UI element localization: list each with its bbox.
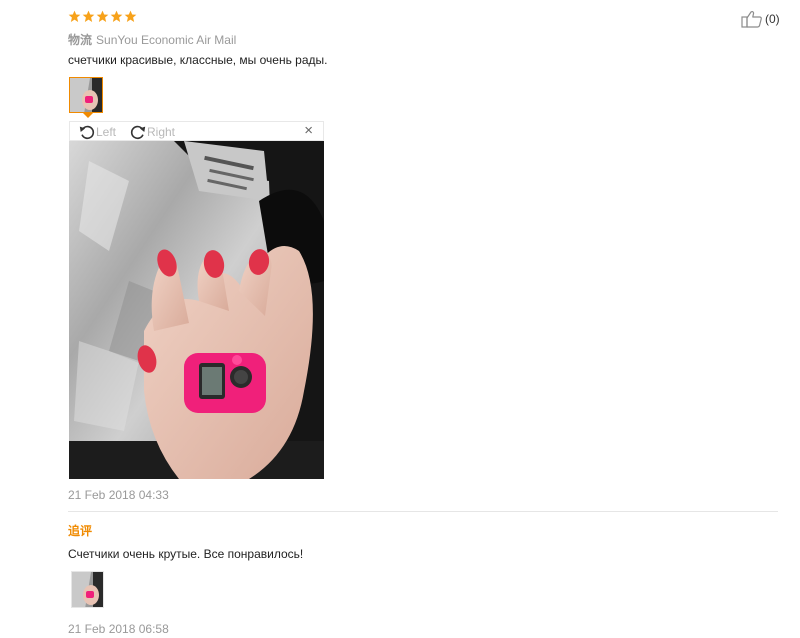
star-icon — [96, 10, 109, 23]
thumbnail-image — [70, 78, 102, 112]
shipping-label: 物流 — [68, 33, 93, 47]
thumbnail-image — [72, 572, 103, 607]
shipping-info: 物流 SunYou Economic Air Mail — [68, 31, 236, 48]
review-photo-thumbnail[interactable] — [69, 77, 103, 113]
helpful-button[interactable]: (0) — [741, 10, 780, 28]
rotate-left-label: Left — [96, 125, 117, 139]
review-item: (0) 物流 SunYou Economic Air Mail счетчики … — [0, 0, 800, 638]
star-icon — [82, 10, 95, 23]
followup-date: 21 Feb 2018 06:58 — [68, 622, 169, 636]
thumbs-up-icon — [741, 10, 762, 28]
rotate-right-icon — [130, 125, 146, 140]
photo-image — [69, 141, 324, 479]
helpful-count: (0) — [765, 12, 780, 26]
shipping-method: SunYou Economic Air Mail — [96, 33, 237, 47]
image-viewer-toolbar: Left Right × — [69, 121, 324, 141]
thumbnail-pointer — [83, 113, 93, 118]
divider — [68, 511, 778, 512]
review-photo-large — [69, 141, 324, 479]
star-rating — [68, 10, 137, 23]
review-date: 21 Feb 2018 04:33 — [68, 488, 169, 502]
star-icon — [124, 10, 137, 23]
rotate-right-label: Right — [147, 125, 176, 139]
star-icon — [68, 10, 81, 23]
followup-text: Счетчики очень крутые. Все понравилось! — [68, 547, 304, 561]
star-icon — [110, 10, 123, 23]
rotate-right-button[interactable]: Right — [129, 123, 175, 141]
close-icon[interactable]: × — [304, 123, 313, 139]
rotate-left-button[interactable]: Left — [78, 123, 116, 141]
followup-photo-thumbnail[interactable] — [71, 571, 104, 608]
followup-label: 追评 — [68, 524, 93, 538]
review-text: счетчики красивые, классные, мы очень ра… — [68, 53, 328, 67]
rotate-left-icon — [79, 125, 95, 140]
